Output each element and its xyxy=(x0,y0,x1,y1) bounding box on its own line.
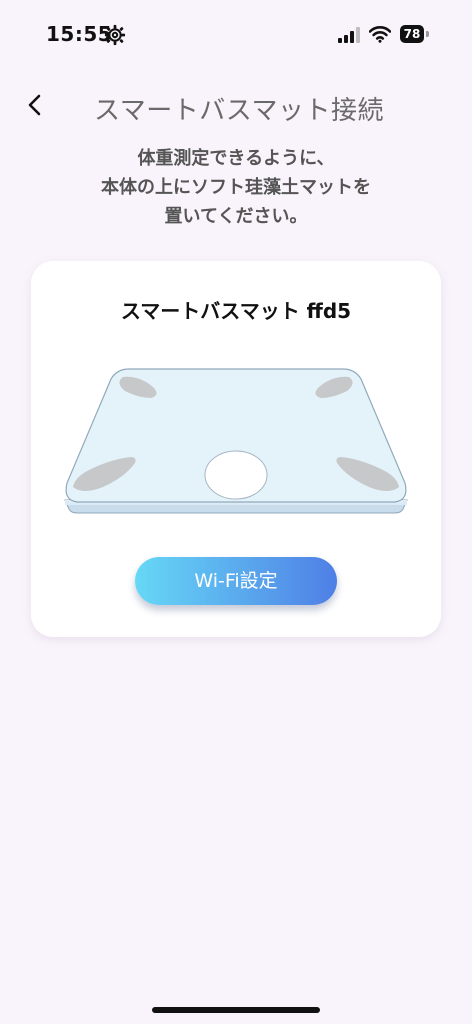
page-title: スマートバスマット接続 xyxy=(94,96,384,126)
nav-bar: スマートバスマット接続 xyxy=(0,80,472,136)
instruction-line-1: 体重測定できるように、 xyxy=(137,148,335,169)
status-time: 15:55 xyxy=(46,22,113,46)
home-indicator[interactable] xyxy=(152,1007,320,1013)
instruction-text: 体重測定できるように、 本体の上にソフト珪藻土マットを 置いてください。 xyxy=(0,144,472,231)
wifi-icon xyxy=(369,26,391,43)
gear-icon xyxy=(104,24,126,46)
instruction-line-2: 本体の上にソフト珪藻土マットを xyxy=(101,177,371,198)
status-bar: 15:55 78 xyxy=(0,0,472,70)
device-card: スマートバスマット ffd5 Wi-Fi設定 xyxy=(31,261,441,637)
chevron-left-icon[interactable] xyxy=(20,90,50,120)
signal-icon xyxy=(338,27,360,43)
battery-icon: 78 xyxy=(400,25,430,43)
device-name: スマートバスマット ffd5 xyxy=(120,299,352,323)
battery-tip xyxy=(426,31,429,37)
battery-level: 78 xyxy=(400,25,424,43)
smart-scale-illustration xyxy=(64,368,408,514)
instruction-line-3: 置いてください。 xyxy=(164,206,308,227)
wifi-settings-button[interactable]: Wi-Fi設定 xyxy=(135,557,337,605)
